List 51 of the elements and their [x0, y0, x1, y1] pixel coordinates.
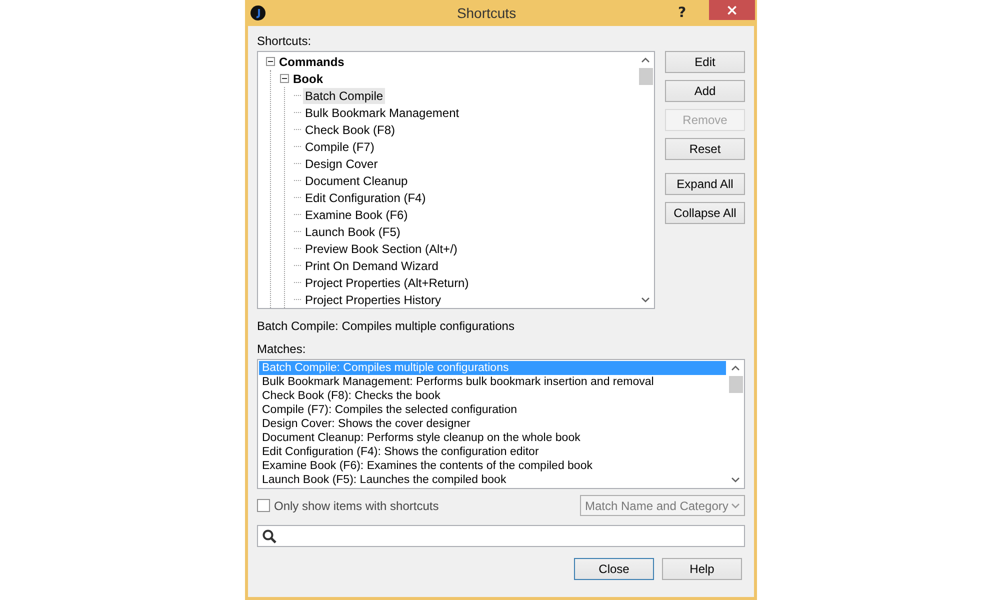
tree-item[interactable]: Design Cover	[303, 156, 380, 172]
tree-item[interactable]: Compile (F7)	[303, 138, 376, 154]
scroll-up-icon[interactable]	[641, 57, 650, 63]
match-mode-dropdown[interactable]: Match Name and Category	[580, 495, 745, 516]
side-button[interactable]: Expand All	[665, 173, 745, 195]
scrollbar-thumb[interactable]	[638, 68, 652, 85]
search-field[interactable]	[257, 525, 745, 547]
tree-item[interactable]: Launch Book (F5)	[303, 224, 402, 240]
match-item[interactable]: Examine Book (F6): Examines the contents of the compiled book	[259, 459, 726, 473]
match-item[interactable]: Design Cover: Shows the cover designer	[259, 417, 726, 431]
match-item[interactable]: Document Cleanup: Performs style cleanup on the whole book	[259, 431, 726, 445]
tree-item[interactable]: Document Cleanup	[303, 172, 410, 188]
search-icon	[262, 528, 277, 544]
match-item[interactable]: Launch Book (F5): Launches the compiled book	[259, 473, 726, 487]
description-text: Batch Compile: Compiles multiple configurations	[257, 319, 516, 335]
dialog-button[interactable]: Close	[574, 558, 654, 580]
caret-icon	[731, 502, 740, 508]
section-label: Matches:	[257, 342, 307, 358]
match-item[interactable]: Check Book (F8): Checks the book	[259, 389, 726, 403]
collapse-icon[interactable]	[280, 74, 289, 83]
scrollbar-thumb[interactable]	[728, 376, 742, 393]
match-item[interactable]: Edit Configuration (F4): Shows the configuration editor	[259, 445, 726, 459]
tree-item[interactable]: Examine Book (F6)	[303, 206, 410, 222]
scroll-down-icon[interactable]	[731, 477, 740, 483]
collapse-icon[interactable]	[266, 57, 275, 66]
help-button[interactable]: ?	[667, 3, 698, 23]
section-label: Shortcuts:	[257, 34, 312, 50]
tree-item[interactable]: Print On Demand Wizard	[303, 258, 440, 274]
tree-item[interactable]: Edit Configuration (F4)	[303, 190, 428, 206]
tree-item[interactable]: Commands	[277, 54, 346, 70]
checkbox[interactable]	[257, 499, 270, 512]
side-button[interactable]: Collapse All	[665, 202, 745, 224]
window-title: Shortcuts	[456, 5, 516, 21]
tree-item[interactable]: Bulk Bookmark Management	[303, 104, 462, 120]
scroll-down-icon[interactable]	[641, 297, 650, 303]
dialog-button[interactable]: Help	[662, 558, 742, 580]
tree-item[interactable]: Project Properties (Alt+Return)	[303, 274, 471, 290]
tree-item[interactable]: Preview Book Section (Alt+/)	[303, 240, 460, 256]
side-button[interactable]: Add	[665, 80, 745, 102]
match-item[interactable]: Bulk Bookmark Management: Performs bulk bookmark insertion and removal	[259, 375, 726, 389]
side-button[interactable]: Reset	[665, 138, 745, 160]
close-button[interactable]: ×	[709, 0, 756, 20]
tree-item[interactable]: Check Book (F8)	[303, 122, 398, 138]
scroll-up-icon[interactable]	[731, 365, 740, 371]
app-logo-icon	[250, 5, 266, 21]
checkbox-label[interactable]: Only show items with shortcuts	[274, 498, 439, 512]
tree-item[interactable]: Project Properties History	[303, 292, 444, 308]
side-button[interactable]: Edit	[665, 51, 745, 73]
tree-item[interactable]: Batch Compile	[303, 88, 386, 104]
tree-item[interactable]: Book	[291, 70, 325, 86]
match-item[interactable]: Compile (F7): Compiles the selected configuration	[259, 403, 726, 417]
